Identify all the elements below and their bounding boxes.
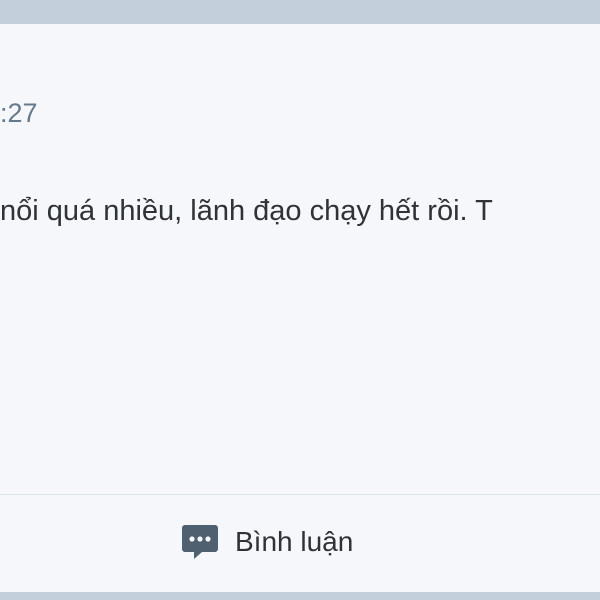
post-timestamp: :27: [0, 98, 38, 128]
comment-button[interactable]: Bình luận: [180, 517, 353, 567]
actions-divider: [0, 494, 600, 495]
post-card: :27 nổi quá nhiều, lãnh đạo chạy hết rồi…: [0, 24, 600, 592]
comment-bubble-icon: [180, 522, 220, 562]
comment-button-label: Bình luận: [235, 526, 354, 557]
top-border-bar: [0, 0, 600, 24]
post-content-text: nổi quá nhiều, lãnh đạo chạy hết rồi. T: [0, 195, 493, 227]
bottom-border-bar: [0, 592, 600, 600]
